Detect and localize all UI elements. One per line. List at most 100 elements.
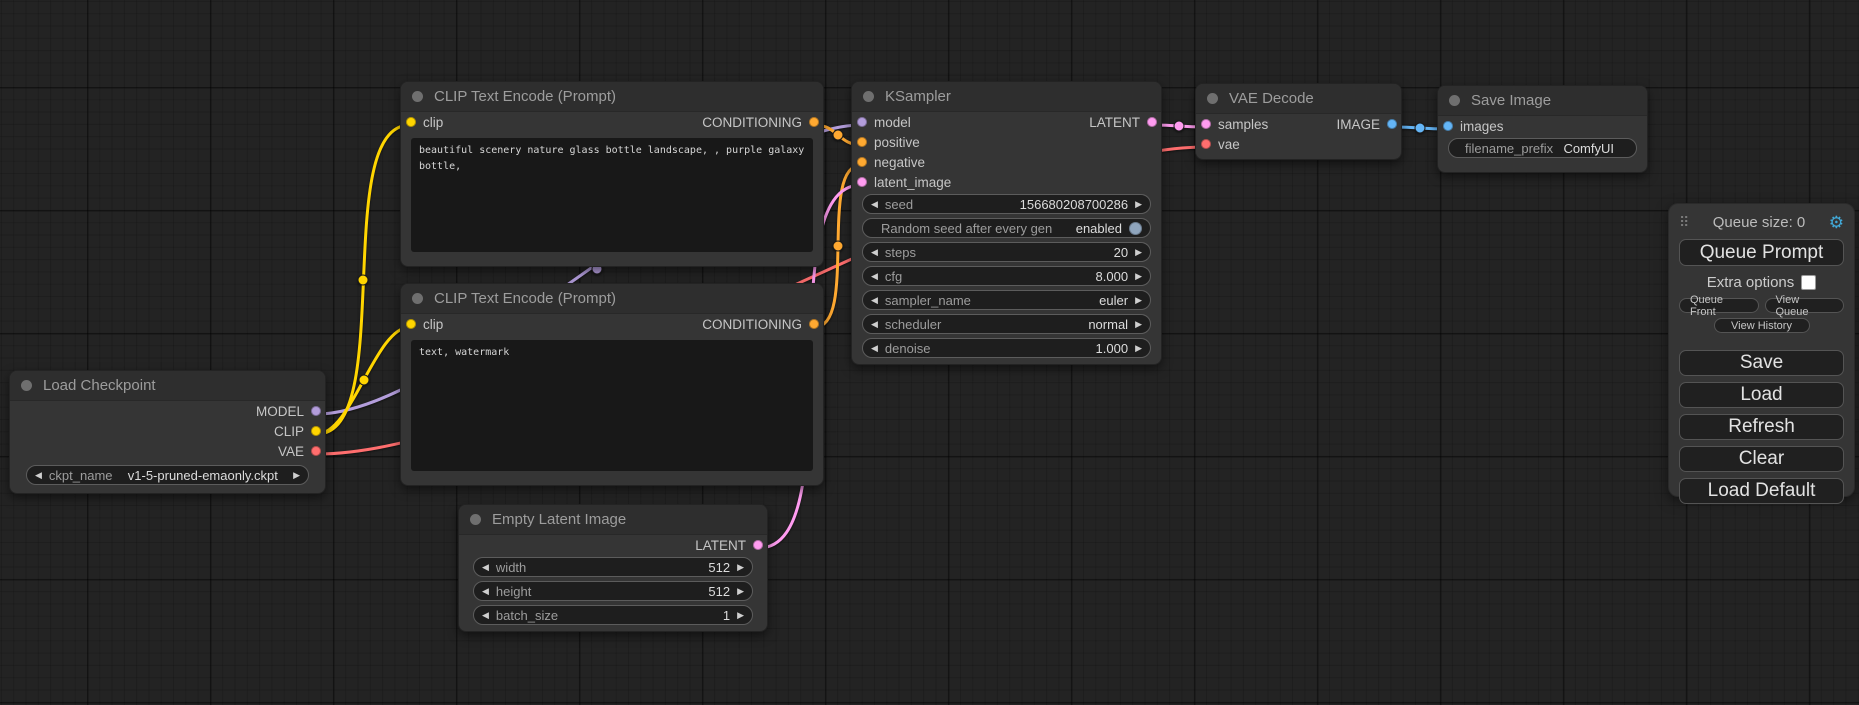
- widget-height[interactable]: ◀ height 512 ▶: [473, 581, 753, 601]
- output-port-model[interactable]: [311, 406, 321, 416]
- node-title-bar[interactable]: CLIP Text Encode (Prompt): [401, 284, 823, 314]
- node-title: CLIP Text Encode (Prompt): [434, 290, 616, 307]
- increment-arrow-icon[interactable]: ▶: [737, 587, 744, 596]
- decrement-arrow-icon[interactable]: ◀: [482, 563, 489, 572]
- widget-batch-size[interactable]: ◀ batch_size 1 ▶: [473, 605, 753, 625]
- increment-arrow-icon[interactable]: ▶: [1135, 272, 1142, 281]
- collapse-dot-icon[interactable]: [470, 514, 481, 525]
- prompt-textarea[interactable]: text, watermark: [411, 340, 813, 471]
- widget-seed[interactable]: ◀ seed 156680208700286 ▶: [862, 194, 1151, 214]
- widget-cfg[interactable]: ◀ cfg 8.000 ▶: [862, 266, 1151, 286]
- port-label: clip: [423, 115, 443, 130]
- queue-prompt-button[interactable]: Queue Prompt: [1679, 239, 1844, 266]
- widget-filename-prefix[interactable]: filename_prefix ComfyUI: [1448, 138, 1637, 158]
- node-load-checkpoint[interactable]: Load Checkpoint MODEL CLIP VAE ◀ ckpt_na…: [9, 370, 326, 494]
- node-graph-canvas[interactable]: CLIP Text Encode (Prompt) clip CONDITION…: [0, 0, 1859, 705]
- output-port-latent[interactable]: [753, 540, 763, 550]
- node-title-bar[interactable]: CLIP Text Encode (Prompt): [401, 82, 823, 112]
- extra-options-checkbox[interactable]: [1801, 275, 1816, 290]
- save-button[interactable]: Save: [1679, 350, 1844, 376]
- output-port-image[interactable]: [1387, 119, 1397, 129]
- node-title: Save Image: [1471, 92, 1551, 109]
- decrement-arrow-icon[interactable]: ◀: [482, 587, 489, 596]
- refresh-button[interactable]: Refresh: [1679, 414, 1844, 440]
- node-ksampler[interactable]: KSampler model LATENT positive negative …: [851, 81, 1162, 365]
- input-port-negative[interactable]: [857, 157, 867, 167]
- node-clip-text-encode-negative[interactable]: CLIP Text Encode (Prompt) clip CONDITION…: [400, 283, 824, 486]
- node-save-image[interactable]: Save Image images filename_prefix ComfyU…: [1437, 85, 1648, 173]
- widget-denoise[interactable]: ◀ denoise 1.000 ▶: [862, 338, 1151, 358]
- next-option-arrow-icon[interactable]: ▶: [293, 471, 300, 480]
- wire-dot: [833, 241, 843, 251]
- decrement-arrow-icon[interactable]: ◀: [871, 248, 878, 257]
- increment-arrow-icon[interactable]: ▶: [1135, 344, 1142, 353]
- collapse-dot-icon[interactable]: [412, 293, 423, 304]
- input-port-images[interactable]: [1443, 121, 1453, 131]
- prompt-textarea[interactable]: beautiful scenery nature glass bottle la…: [411, 138, 813, 252]
- settings-gear-icon[interactable]: ⚙: [1829, 214, 1844, 231]
- increment-arrow-icon[interactable]: ▶: [737, 611, 744, 620]
- node-clip-text-encode-positive[interactable]: CLIP Text Encode (Prompt) clip CONDITION…: [400, 81, 824, 267]
- widget-ckpt-name[interactable]: ◀ ckpt_name v1-5-pruned-emaonly.ckpt ▶: [26, 465, 309, 485]
- output-port-latent[interactable]: [1147, 117, 1157, 127]
- node-title-bar[interactable]: Save Image: [1438, 86, 1647, 116]
- wire-dot: [833, 130, 843, 140]
- increment-arrow-icon[interactable]: ▶: [1135, 248, 1142, 257]
- collapse-dot-icon[interactable]: [412, 91, 423, 102]
- decrement-arrow-icon[interactable]: ◀: [482, 611, 489, 620]
- increment-arrow-icon[interactable]: ▶: [737, 563, 744, 572]
- node-title-bar[interactable]: Empty Latent Image: [459, 505, 767, 535]
- input-port-clip[interactable]: [406, 117, 416, 127]
- widget-sampler-name[interactable]: ◀ sampler_name euler ▶: [862, 290, 1151, 310]
- queue-front-button[interactable]: Queue Front: [1679, 298, 1759, 313]
- output-port-clip[interactable]: [311, 426, 321, 436]
- view-history-button[interactable]: View History: [1714, 318, 1810, 333]
- extra-options-label: Extra options: [1707, 274, 1795, 291]
- drag-handle-icon[interactable]: ⠿: [1679, 214, 1689, 231]
- widget-random-seed-toggle[interactable]: Random seed after every gen enabled: [862, 218, 1151, 238]
- input-port-clip[interactable]: [406, 319, 416, 329]
- toggle-dot-icon[interactable]: [1129, 222, 1142, 235]
- node-title-bar[interactable]: Load Checkpoint: [10, 371, 325, 401]
- collapse-dot-icon[interactable]: [1449, 95, 1460, 106]
- node-title-bar[interactable]: VAE Decode: [1196, 84, 1401, 114]
- load-default-button[interactable]: Load Default: [1679, 478, 1844, 504]
- widget-scheduler[interactable]: ◀ scheduler normal ▶: [862, 314, 1151, 334]
- clear-button[interactable]: Clear: [1679, 446, 1844, 472]
- output-port-vae[interactable]: [311, 446, 321, 456]
- input-port-positive[interactable]: [857, 137, 867, 147]
- widget-width[interactable]: ◀ width 512 ▶: [473, 557, 753, 577]
- load-button[interactable]: Load: [1679, 382, 1844, 408]
- output-port-conditioning[interactable]: [809, 117, 819, 127]
- collapse-dot-icon[interactable]: [1207, 93, 1218, 104]
- port-label: LATENT: [695, 538, 746, 553]
- input-port-vae[interactable]: [1201, 139, 1211, 149]
- next-option-arrow-icon[interactable]: ▶: [1135, 320, 1142, 329]
- next-option-arrow-icon[interactable]: ▶: [1135, 296, 1142, 305]
- widget-steps[interactable]: ◀ steps 20 ▶: [862, 242, 1151, 262]
- node-title-bar[interactable]: KSampler: [852, 82, 1161, 112]
- decrement-arrow-icon[interactable]: ◀: [871, 344, 878, 353]
- output-port-conditioning[interactable]: [809, 319, 819, 329]
- port-label: model: [874, 115, 911, 130]
- node-empty-latent-image[interactable]: Empty Latent Image LATENT ◀ width 512 ▶ …: [458, 504, 768, 632]
- port-label: positive: [874, 135, 920, 150]
- decrement-arrow-icon[interactable]: ◀: [871, 272, 878, 281]
- port-label: vae: [1218, 137, 1240, 152]
- input-port-latent-image[interactable]: [857, 177, 867, 187]
- port-label: MODEL: [256, 404, 304, 419]
- port-label: VAE: [278, 444, 304, 459]
- collapse-dot-icon[interactable]: [21, 380, 32, 391]
- prev-option-arrow-icon[interactable]: ◀: [871, 296, 878, 305]
- view-queue-button[interactable]: View Queue: [1765, 298, 1845, 313]
- port-label: IMAGE: [1336, 117, 1380, 132]
- decrement-arrow-icon[interactable]: ◀: [871, 200, 878, 209]
- collapse-dot-icon[interactable]: [863, 91, 874, 102]
- node-title: Empty Latent Image: [492, 511, 626, 528]
- prev-option-arrow-icon[interactable]: ◀: [35, 471, 42, 480]
- input-port-samples[interactable]: [1201, 119, 1211, 129]
- increment-arrow-icon[interactable]: ▶: [1135, 200, 1142, 209]
- prev-option-arrow-icon[interactable]: ◀: [871, 320, 878, 329]
- input-port-model[interactable]: [857, 117, 867, 127]
- node-vae-decode[interactable]: VAE Decode samples IMAGE vae: [1195, 83, 1402, 160]
